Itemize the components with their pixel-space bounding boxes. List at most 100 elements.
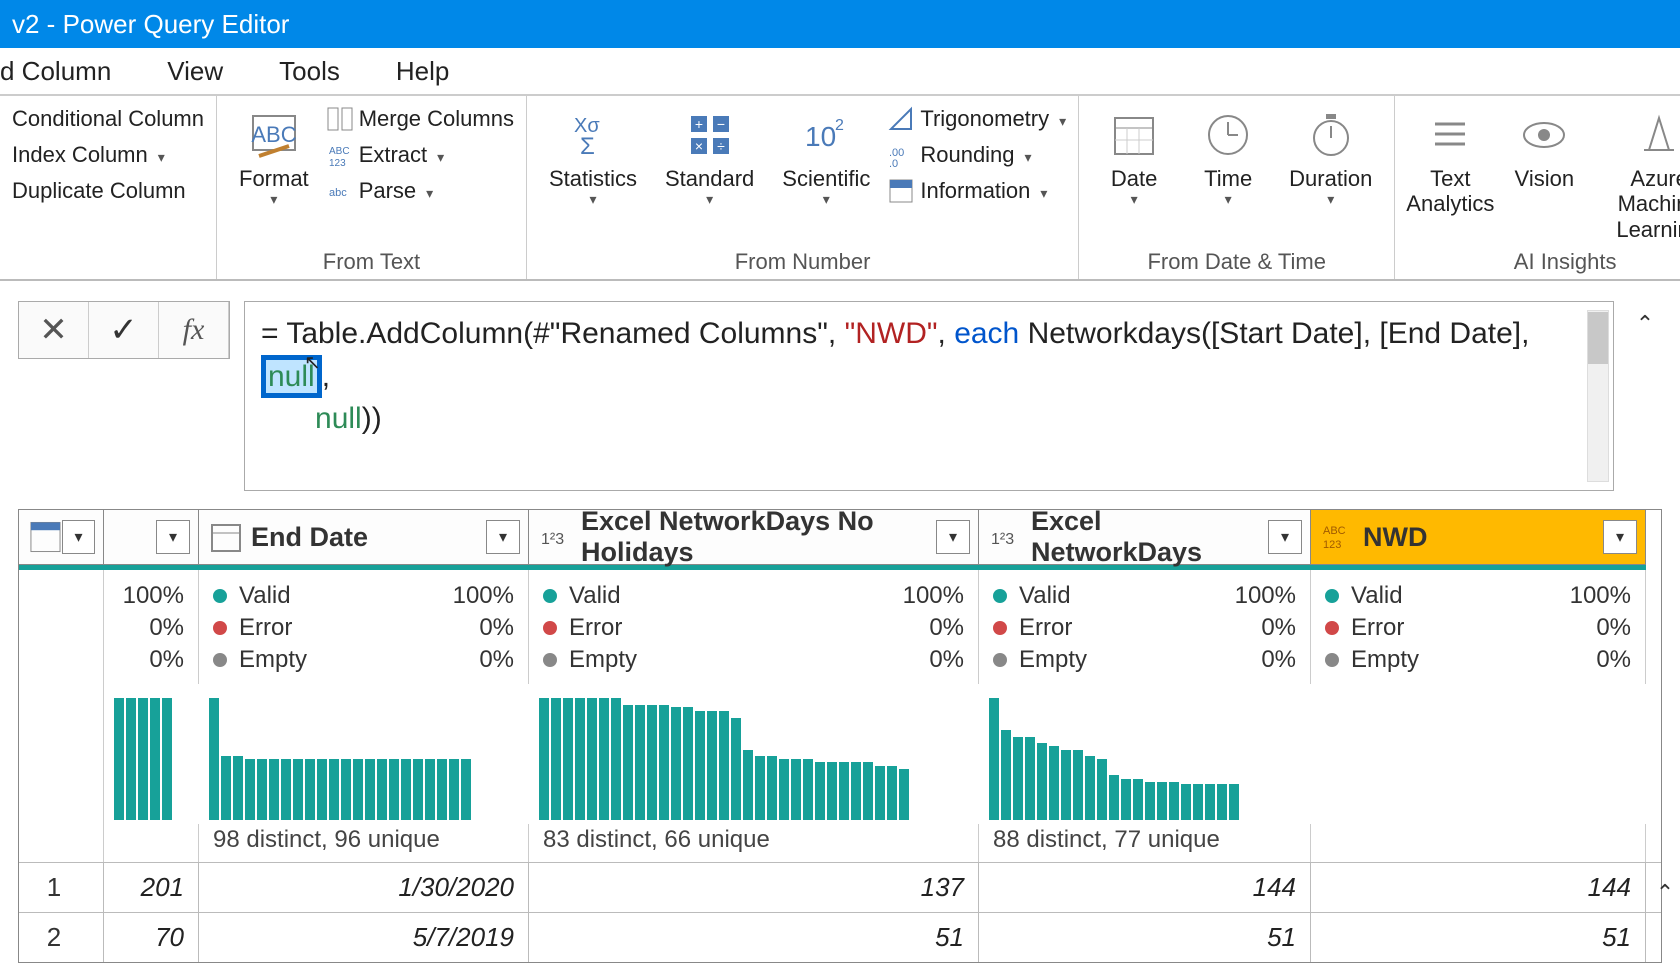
text-analytics-button[interactable]: Text Analytics bbox=[1405, 102, 1495, 219]
table-icon bbox=[29, 520, 62, 554]
tab-help[interactable]: Help bbox=[368, 48, 477, 95]
duration-button[interactable]: Duration bbox=[1277, 102, 1384, 210]
index-column-button[interactable]: Index Column bbox=[10, 138, 206, 172]
quality-col1: 100% 0% 0% bbox=[104, 570, 199, 684]
any-type-icon: ABC 123 bbox=[1321, 520, 1355, 554]
row-header-corner[interactable]: ▾ bbox=[19, 510, 104, 565]
statistics-icon: XσΣ bbox=[568, 110, 618, 160]
text-analytics-icon bbox=[1425, 110, 1475, 160]
column-dropdown-nwd[interactable]: ▾ bbox=[1603, 520, 1637, 554]
rounding-icon: .00.0 bbox=[888, 142, 914, 168]
vision-icon bbox=[1519, 110, 1569, 160]
group-from-text: From Text bbox=[227, 247, 516, 275]
svg-text:123: 123 bbox=[1323, 539, 1341, 551]
conditional-column-button[interactable]: Conditional Column bbox=[10, 102, 206, 136]
merge-icon bbox=[327, 106, 353, 132]
tab-tools[interactable]: Tools bbox=[251, 48, 368, 95]
quality-end-date: Valid100% Error0% Empty0% bbox=[199, 570, 529, 684]
svg-text:×: × bbox=[695, 138, 703, 154]
ribbon-tabs: d Column View Tools Help bbox=[0, 48, 1680, 96]
standard-button[interactable]: +−×÷ Standard bbox=[653, 102, 766, 210]
column-header-unnamed[interactable]: ▾ bbox=[104, 510, 199, 565]
vision-button[interactable]: Vision bbox=[1499, 102, 1589, 193]
svg-text:ABC: ABC bbox=[1323, 525, 1346, 537]
vertical-scrollbar[interactable]: ⌃ bbox=[1650, 880, 1680, 945]
svg-text:10: 10 bbox=[805, 121, 836, 152]
scientific-icon: 102 bbox=[801, 110, 851, 160]
svg-text:123: 123 bbox=[329, 158, 346, 168]
extract-button[interactable]: ABC123Extract bbox=[325, 138, 516, 172]
standard-icon: +−× ÷ bbox=[685, 110, 735, 160]
quality-nwd-no-holidays: Valid100% Error0% Empty0% bbox=[529, 570, 979, 684]
column-header-excel-nwd[interactable]: 1²3 Excel NetworkDays ▾ bbox=[979, 510, 1311, 565]
information-button[interactable]: Information bbox=[886, 174, 1068, 208]
date-type-icon bbox=[209, 520, 243, 554]
tab-add-column[interactable]: d Column bbox=[0, 48, 139, 95]
tab-view[interactable]: View bbox=[139, 48, 251, 95]
window-title: v2 - Power Query Editor bbox=[0, 0, 1680, 48]
column-header-nwd[interactable]: ABC123 NWD ▾ bbox=[1311, 510, 1646, 565]
duration-icon bbox=[1306, 110, 1356, 160]
svg-text:÷: ÷ bbox=[717, 138, 725, 154]
table-row[interactable]: 1 201 1/30/2020 137 144 144 bbox=[19, 862, 1661, 912]
column-dropdown-end-date[interactable]: ▾ bbox=[486, 520, 520, 554]
column-dropdown-3[interactable]: ▾ bbox=[936, 520, 970, 554]
formula-scroll-thumb[interactable] bbox=[1588, 312, 1608, 364]
extract-icon: ABC123 bbox=[327, 142, 353, 168]
aml-icon bbox=[1634, 110, 1680, 160]
trig-icon bbox=[888, 106, 914, 132]
svg-text:1²3: 1²3 bbox=[991, 531, 1014, 548]
formula-bar: ✕ ✓ fx = Table.AddColumn(#"Renamed Colum… bbox=[0, 281, 1680, 503]
number-type-icon: 1²3 bbox=[539, 520, 573, 554]
column-header-excel-nwd-no-holidays[interactable]: 1²3 Excel NetworkDays No Holidays ▾ bbox=[529, 510, 979, 565]
merge-columns-button[interactable]: Merge Columns bbox=[325, 102, 516, 136]
histogram-col4 bbox=[979, 684, 1311, 824]
svg-text:−: − bbox=[717, 116, 725, 132]
svg-text:2: 2 bbox=[835, 117, 844, 134]
duplicate-column-button[interactable]: Duplicate Column bbox=[10, 174, 206, 208]
svg-text:1²3: 1²3 bbox=[541, 531, 564, 548]
svg-text:abc: abc bbox=[329, 187, 347, 199]
distinct-col3: 83 distinct, 66 unique bbox=[529, 824, 979, 862]
formula-cancel-button[interactable]: ✕ bbox=[19, 302, 89, 358]
formula-input[interactable]: = Table.AddColumn(#"Renamed Columns", "N… bbox=[244, 301, 1614, 491]
column-dropdown-4[interactable]: ▾ bbox=[1268, 520, 1302, 554]
time-icon bbox=[1203, 110, 1253, 160]
information-icon bbox=[888, 178, 914, 204]
format-button[interactable]: ABC Format bbox=[227, 102, 321, 210]
row-header-dropdown[interactable]: ▾ bbox=[62, 520, 95, 554]
statistics-button[interactable]: XσΣ Statistics bbox=[537, 102, 649, 210]
formula-fx-button[interactable]: fx bbox=[159, 302, 229, 358]
histogram-col1 bbox=[104, 684, 199, 824]
parse-button[interactable]: abcParse bbox=[325, 174, 516, 208]
ribbon: Conditional Column Index Column Duplicat… bbox=[0, 96, 1680, 281]
azure-ml-button[interactable]: Azure Machine Learning bbox=[1593, 102, 1680, 244]
table-row[interactable]: 2 70 5/7/2019 51 51 51 bbox=[19, 912, 1661, 962]
data-grid: ▾ ▾ End Date ▾ 1²3 Excel NetworkDays No … bbox=[18, 509, 1662, 963]
number-type-icon: 1²3 bbox=[989, 520, 1023, 554]
formula-commit-button[interactable]: ✓ bbox=[89, 302, 159, 358]
rounding-button[interactable]: .00.0Rounding bbox=[886, 138, 1068, 172]
svg-text:.0: .0 bbox=[889, 158, 898, 168]
distinct-col4: 88 distinct, 77 unique bbox=[979, 824, 1311, 862]
date-icon bbox=[1109, 110, 1159, 160]
date-button[interactable]: Date bbox=[1089, 102, 1179, 210]
parse-icon: abc bbox=[327, 178, 353, 204]
trigonometry-button[interactable]: Trigonometry bbox=[886, 102, 1068, 136]
svg-text:ABC: ABC bbox=[251, 122, 296, 147]
svg-text:Σ: Σ bbox=[580, 133, 595, 160]
column-header-end-date[interactable]: End Date ▾ bbox=[199, 510, 529, 565]
quality-rownum bbox=[19, 570, 104, 684]
svg-text:+: + bbox=[695, 116, 703, 132]
column-dropdown-1[interactable]: ▾ bbox=[156, 520, 190, 554]
quality-nwd: Valid100% Error0% Empty0% bbox=[979, 570, 1311, 684]
group-ai-insights: AI Insights bbox=[1405, 247, 1680, 275]
histogram-end-date bbox=[199, 684, 529, 824]
formula-selection: null↖ bbox=[261, 355, 322, 398]
scientific-button[interactable]: 102 Scientific bbox=[770, 102, 882, 210]
quality-nwd-col: Valid100% Error0% Empty0% bbox=[1311, 570, 1646, 684]
time-button[interactable]: Time bbox=[1183, 102, 1273, 210]
formula-collapse-button[interactable]: ⌃ bbox=[1628, 301, 1662, 337]
histogram-nwd bbox=[1311, 684, 1646, 824]
histogram-col3 bbox=[529, 684, 979, 824]
